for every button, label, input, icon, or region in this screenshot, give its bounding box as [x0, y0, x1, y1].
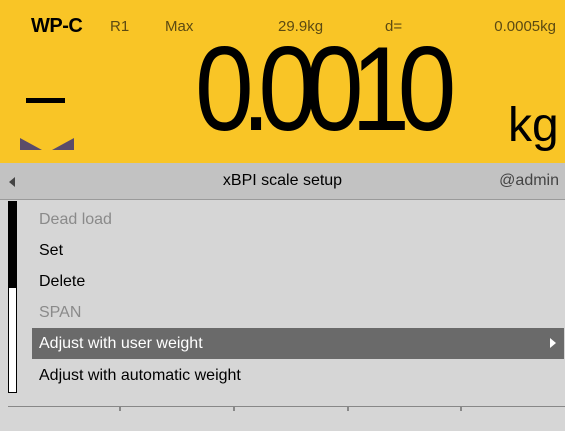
range-indicator: R1	[110, 18, 130, 35]
user-label: @admin	[499, 172, 559, 189]
softkey-bar	[8, 406, 565, 431]
submenu-arrow-icon	[550, 338, 556, 348]
softkey-divider	[119, 407, 121, 411]
scale-name: WP-C	[31, 15, 83, 37]
menu-item-label: Set	[39, 242, 64, 259]
minus-sign-indicator	[26, 98, 65, 103]
max-label: Max	[165, 18, 194, 35]
weight-value: 0.0010	[195, 22, 456, 156]
weight-display: WP-C R1 Max 29.9kg d= 0.0005kg 0.0010 kg	[0, 0, 565, 163]
menu-scrollbar[interactable]	[8, 201, 17, 393]
menu-item-label: Delete	[39, 273, 86, 290]
softkey-divider	[460, 407, 462, 411]
menu-item-label: Dead load	[39, 211, 112, 228]
scrollbar-thumb[interactable]	[9, 202, 16, 288]
menu-item-label: Adjust with automatic weight	[39, 367, 241, 384]
softkey-divider	[233, 407, 235, 411]
menu-item-label: SPAN	[39, 304, 82, 321]
menu-title-bar: xBPI scale setup @admin	[0, 163, 565, 200]
weight-unit: kg	[508, 99, 559, 152]
menu-item-adjust-user-weight[interactable]: Adjust with user weight	[32, 328, 564, 359]
menu-item-label: Adjust with user weight	[39, 335, 203, 352]
menu-title: xBPI scale setup	[222, 172, 343, 189]
softkey-divider	[347, 407, 349, 411]
menu-item-span: SPAN	[32, 297, 564, 328]
menu-item-dead-load: Dead load	[32, 204, 564, 235]
menu-item-delete[interactable]: Delete	[32, 266, 564, 297]
menu-item-adjust-automatic-weight[interactable]: Adjust with automatic weight	[32, 360, 564, 391]
menu-item-set[interactable]: Set	[32, 235, 564, 266]
readability-value: 0.0005kg	[494, 18, 556, 35]
stability-indicator-icon	[20, 138, 74, 150]
